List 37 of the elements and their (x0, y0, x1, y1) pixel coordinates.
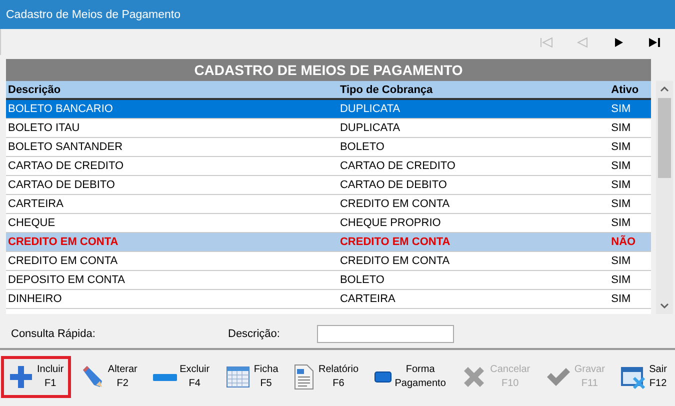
table-row[interactable]: CREDITO EM CONTA CREDITO EM CONTA SIM (6, 252, 651, 271)
column-header[interactable]: Tipo de Cobrança (338, 84, 610, 96)
report-button[interactable]: Relatório F6 (286, 356, 366, 398)
delete-button[interactable]: Excluir F4 (146, 356, 217, 398)
window-title: Cadastro de Meios de Pagamento (6, 8, 181, 20)
plus-icon (8, 364, 34, 390)
column-header[interactable]: Ativo (609, 84, 651, 96)
payment-method-button[interactable]: Forma Pagamento (366, 356, 453, 398)
form-button[interactable]: Ficha F5 (218, 356, 286, 398)
document-icon (293, 364, 316, 390)
card-icon (374, 371, 392, 383)
add-button[interactable]: Incluir F1 (1, 356, 71, 398)
scroll-down-icon (660, 303, 669, 309)
column-header[interactable]: Descrição (6, 84, 338, 96)
table-row[interactable]: BOLETO SANTANDER BOLETO SIM (6, 138, 651, 157)
quick-search-label: Consulta Rápida: (11, 328, 96, 340)
scroll-up-icon (660, 86, 669, 92)
table-title: CADASTRO DE MEIOS DE PAGAMENTO (6, 59, 651, 81)
last-icon (648, 36, 660, 48)
table-row[interactable]: BOLETO BANCARIO DUPLICATA SIM (6, 100, 651, 119)
table-icon (224, 364, 251, 390)
table-row[interactable]: BOLETO ITAU DUPLICATA SIM (6, 119, 651, 138)
description-label: Descrição: (228, 328, 281, 340)
edit-button[interactable]: Alterar F2 (72, 356, 144, 398)
first-icon (540, 36, 552, 48)
description-field[interactable] (317, 325, 454, 343)
previous-icon (576, 36, 588, 48)
scrollbar[interactable] (656, 81, 673, 314)
table-row[interactable]: CARTAO DE DEBITO CARTAO DE DEBITO SIM (6, 176, 651, 195)
exit-button[interactable]: Sair F12 (613, 356, 674, 398)
scrollbar-thumb[interactable] (658, 98, 671, 178)
window-exit-icon (620, 364, 646, 390)
minus-icon (152, 374, 177, 380)
table-row[interactable]: CARTAO DE CREDITO CARTAO DE CREDITO SIM (6, 157, 651, 176)
table-row[interactable]: CARTEIRA CREDITO EM CONTA SIM (6, 195, 651, 214)
table-row[interactable]: DINHEIRO CARTEIRA SIM (6, 290, 651, 309)
table-row[interactable]: DEPOSITO EM CONTA BOLETO SIM (6, 271, 651, 290)
